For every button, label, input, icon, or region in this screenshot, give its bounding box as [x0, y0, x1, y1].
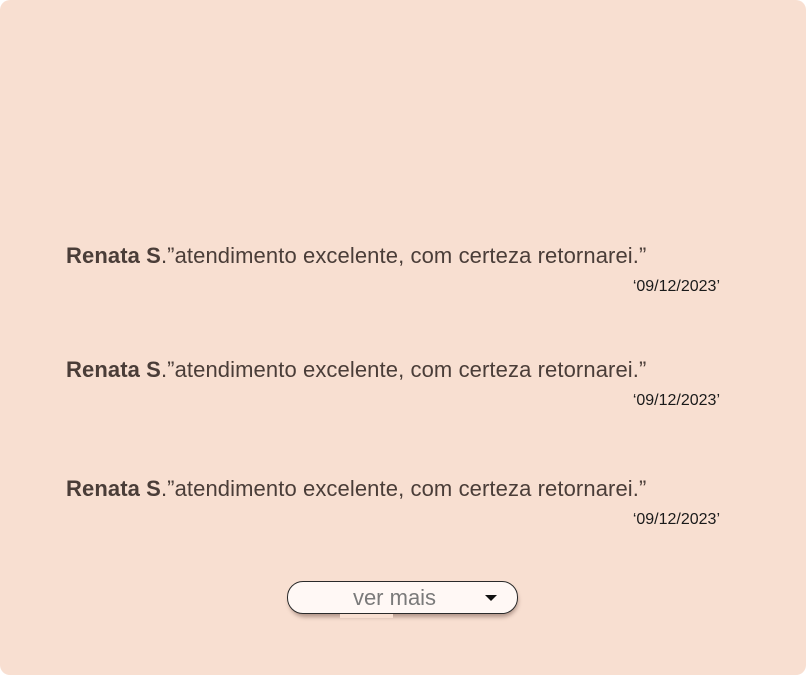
review-date: ‘09/12/2023’	[632, 278, 720, 295]
review-text: Renata S.”atendimento excelente, com cer…	[66, 475, 728, 503]
reviews-panel: Renata S.”atendimento excelente, com cer…	[0, 0, 806, 675]
review-text: Renata S.”atendimento excelente, com cer…	[66, 242, 728, 270]
review-text: Renata S.”atendimento excelente, com cer…	[66, 356, 728, 384]
see-more-button[interactable]: ver mais	[287, 581, 518, 614]
review-date: ‘09/12/2023’	[632, 392, 720, 409]
caret-down-icon	[485, 595, 497, 601]
review-quote: .”atendimento excelente, com certeza ret…	[160, 357, 647, 382]
review-item: Renata S.”atendimento excelente, com cer…	[66, 356, 728, 409]
see-more-container: ver mais	[287, 581, 518, 618]
review-quote: .”atendimento excelente, com certeza ret…	[160, 243, 647, 268]
review-author: Renata S	[66, 476, 161, 501]
review-author: Renata S	[66, 243, 161, 268]
review-author: Renata S	[66, 357, 161, 382]
see-more-label: ver mais	[352, 585, 437, 610]
review-item: Renata S.”atendimento excelente, com cer…	[66, 475, 728, 528]
review-quote: .”atendimento excelente, com certeza ret…	[160, 476, 647, 501]
review-date: ‘09/12/2023’	[632, 511, 720, 528]
review-item: Renata S.”atendimento excelente, com cer…	[66, 242, 728, 295]
